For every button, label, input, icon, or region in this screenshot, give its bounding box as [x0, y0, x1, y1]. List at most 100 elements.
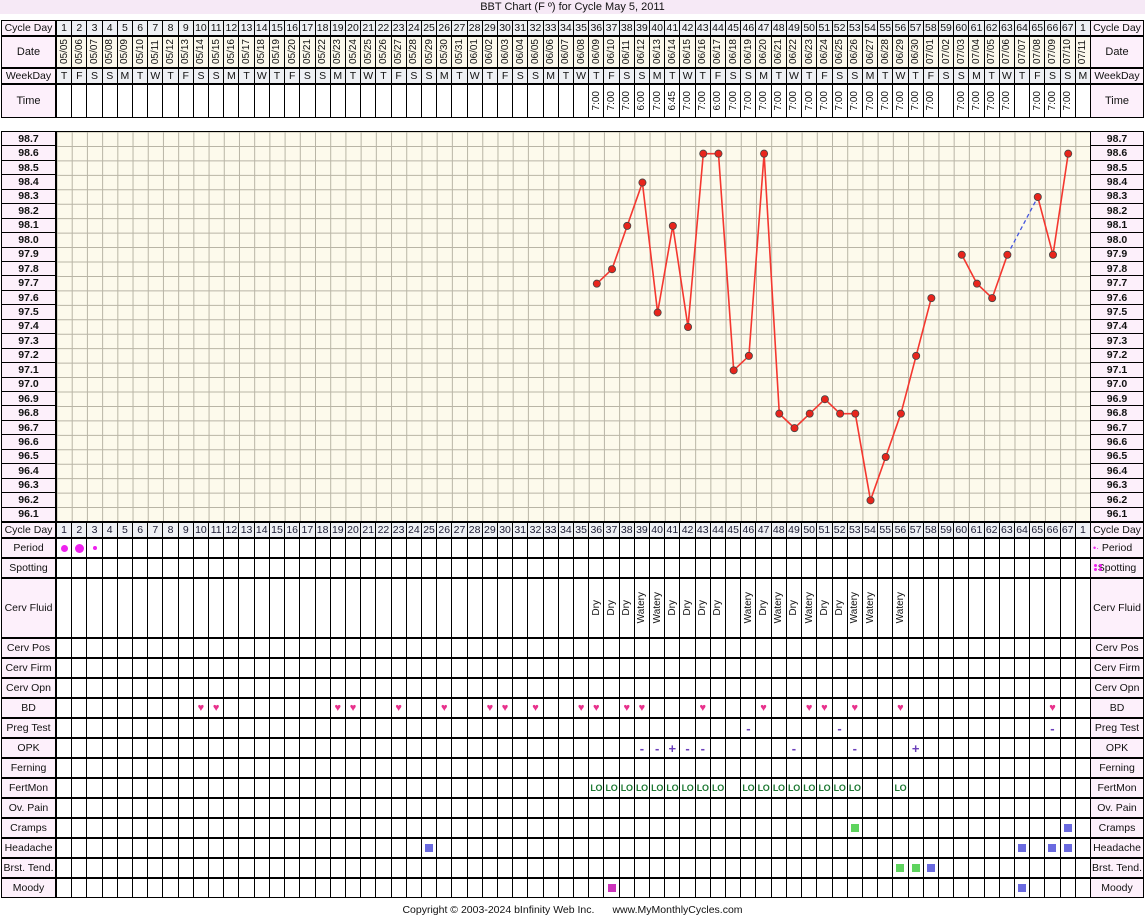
opk-cell[interactable] [542, 738, 559, 758]
spotting-cell[interactable] [436, 558, 453, 578]
brst-tend-cell[interactable] [223, 858, 240, 878]
cramps-cell[interactable] [1044, 818, 1061, 838]
cerv-pos-cell[interactable] [846, 638, 863, 658]
headache-cell[interactable] [466, 838, 483, 858]
temp-point[interactable] [1048, 250, 1057, 259]
ov-pain-cell[interactable] [329, 798, 346, 818]
cerv-fluid-cell[interactable]: Dry [664, 578, 681, 638]
ferning-cell[interactable] [618, 758, 635, 778]
cerv-fluid-cell[interactable] [496, 578, 514, 638]
brst-tend-cell[interactable] [360, 858, 377, 878]
ov-pain-cell[interactable] [816, 798, 833, 818]
spotting-cell[interactable] [527, 558, 544, 578]
cerv-opn-cell[interactable] [1059, 678, 1076, 698]
preg-test-cell[interactable] [192, 718, 210, 738]
cerv-pos-cell[interactable] [1074, 638, 1091, 658]
cerv-pos-cell[interactable] [360, 638, 377, 658]
bd-cell[interactable]: ♥ [618, 698, 635, 718]
cerv-pos-cell[interactable] [664, 638, 681, 658]
moody-cell[interactable] [177, 878, 194, 898]
cerv-pos-cell[interactable] [633, 638, 651, 658]
brst-tend-cell[interactable] [253, 858, 270, 878]
cerv-opn-cell[interactable] [877, 678, 894, 698]
ferning-cell[interactable] [1044, 758, 1061, 778]
cerv-pos-cell[interactable] [101, 638, 118, 658]
moody-cell[interactable] [451, 878, 468, 898]
cerv-fluid-cell[interactable]: Watery [633, 578, 651, 638]
cerv-opn-cell[interactable] [998, 678, 1015, 698]
bd-cell[interactable] [71, 698, 88, 718]
spotting-cell[interactable] [1029, 558, 1046, 578]
preg-test-cell[interactable] [679, 718, 696, 738]
opk-cell[interactable] [451, 738, 468, 758]
ferning-cell[interactable] [223, 758, 240, 778]
preg-test-cell[interactable] [846, 718, 863, 738]
cerv-fluid-cell[interactable] [983, 578, 1000, 638]
headache-cell[interactable] [451, 838, 468, 858]
ferning-cell[interactable] [633, 758, 651, 778]
cerv-firm-cell[interactable] [132, 658, 149, 678]
opk-cell[interactable] [831, 738, 848, 758]
cerv-firm-cell[interactable] [679, 658, 696, 678]
moody-cell[interactable] [968, 878, 985, 898]
cerv-fluid-cell[interactable]: Watery [861, 578, 879, 638]
brst-tend-cell[interactable] [725, 858, 742, 878]
ov-pain-cell[interactable] [299, 798, 316, 818]
cramps-cell[interactable] [1013, 818, 1031, 838]
temp-point[interactable] [881, 452, 890, 461]
moody-cell[interactable] [1029, 878, 1046, 898]
period-cell[interactable] [649, 538, 666, 558]
ferning-cell[interactable] [922, 758, 939, 778]
ferning-cell[interactable] [816, 758, 833, 778]
cerv-opn-cell[interactable] [755, 678, 772, 698]
brst-tend-cell[interactable] [907, 858, 924, 878]
ov-pain-cell[interactable] [740, 798, 757, 818]
spotting-cell[interactable] [71, 558, 88, 578]
opk-cell[interactable] [1059, 738, 1076, 758]
cramps-cell[interactable] [557, 818, 574, 838]
brst-tend-cell[interactable] [1029, 858, 1046, 878]
moody-cell[interactable] [527, 878, 544, 898]
ferning-cell[interactable] [937, 758, 955, 778]
preg-test-cell[interactable] [481, 718, 498, 738]
moody-cell[interactable] [284, 878, 301, 898]
cerv-firm-cell[interactable] [496, 658, 514, 678]
cerv-pos-cell[interactable] [192, 638, 210, 658]
cerv-pos-cell[interactable] [801, 638, 818, 658]
brst-tend-cell[interactable] [420, 858, 438, 878]
cerv-fluid-cell[interactable] [375, 578, 392, 638]
cerv-firm-cell[interactable] [649, 658, 666, 678]
period-cell[interactable] [147, 538, 164, 558]
brst-tend-cell[interactable] [588, 858, 605, 878]
fertmon-cell[interactable]: LO [846, 778, 863, 798]
preg-test-cell[interactable] [998, 718, 1015, 738]
opk-cell[interactable] [588, 738, 605, 758]
spotting-cell[interactable] [1059, 558, 1076, 578]
fertmon-cell[interactable]: LO [709, 778, 727, 798]
period-cell[interactable] [618, 538, 635, 558]
spotting-cell[interactable] [861, 558, 879, 578]
period-cell[interactable] [983, 538, 1000, 558]
cerv-pos-cell[interactable] [892, 638, 909, 658]
period-cell[interactable] [740, 538, 757, 558]
ov-pain-cell[interactable] [86, 798, 103, 818]
spotting-cell[interactable] [299, 558, 316, 578]
fertmon-cell[interactable] [512, 778, 529, 798]
cerv-pos-cell[interactable] [329, 638, 346, 658]
headache-cell[interactable] [1059, 838, 1076, 858]
cerv-fluid-cell[interactable] [223, 578, 240, 638]
cerv-fluid-cell[interactable] [101, 578, 118, 638]
moody-cell[interactable] [405, 878, 422, 898]
cerv-firm-cell[interactable] [603, 658, 620, 678]
cerv-opn-cell[interactable] [907, 678, 924, 698]
bd-cell[interactable] [238, 698, 255, 718]
ferning-cell[interactable] [907, 758, 924, 778]
moody-cell[interactable] [725, 878, 742, 898]
cramps-cell[interactable] [86, 818, 103, 838]
spotting-cell[interactable] [542, 558, 559, 578]
period-cell[interactable] [922, 538, 939, 558]
opk-cell[interactable] [801, 738, 818, 758]
fertmon-cell[interactable]: LO [816, 778, 833, 798]
brst-tend-cell[interactable] [329, 858, 346, 878]
cerv-opn-cell[interactable] [329, 678, 346, 698]
